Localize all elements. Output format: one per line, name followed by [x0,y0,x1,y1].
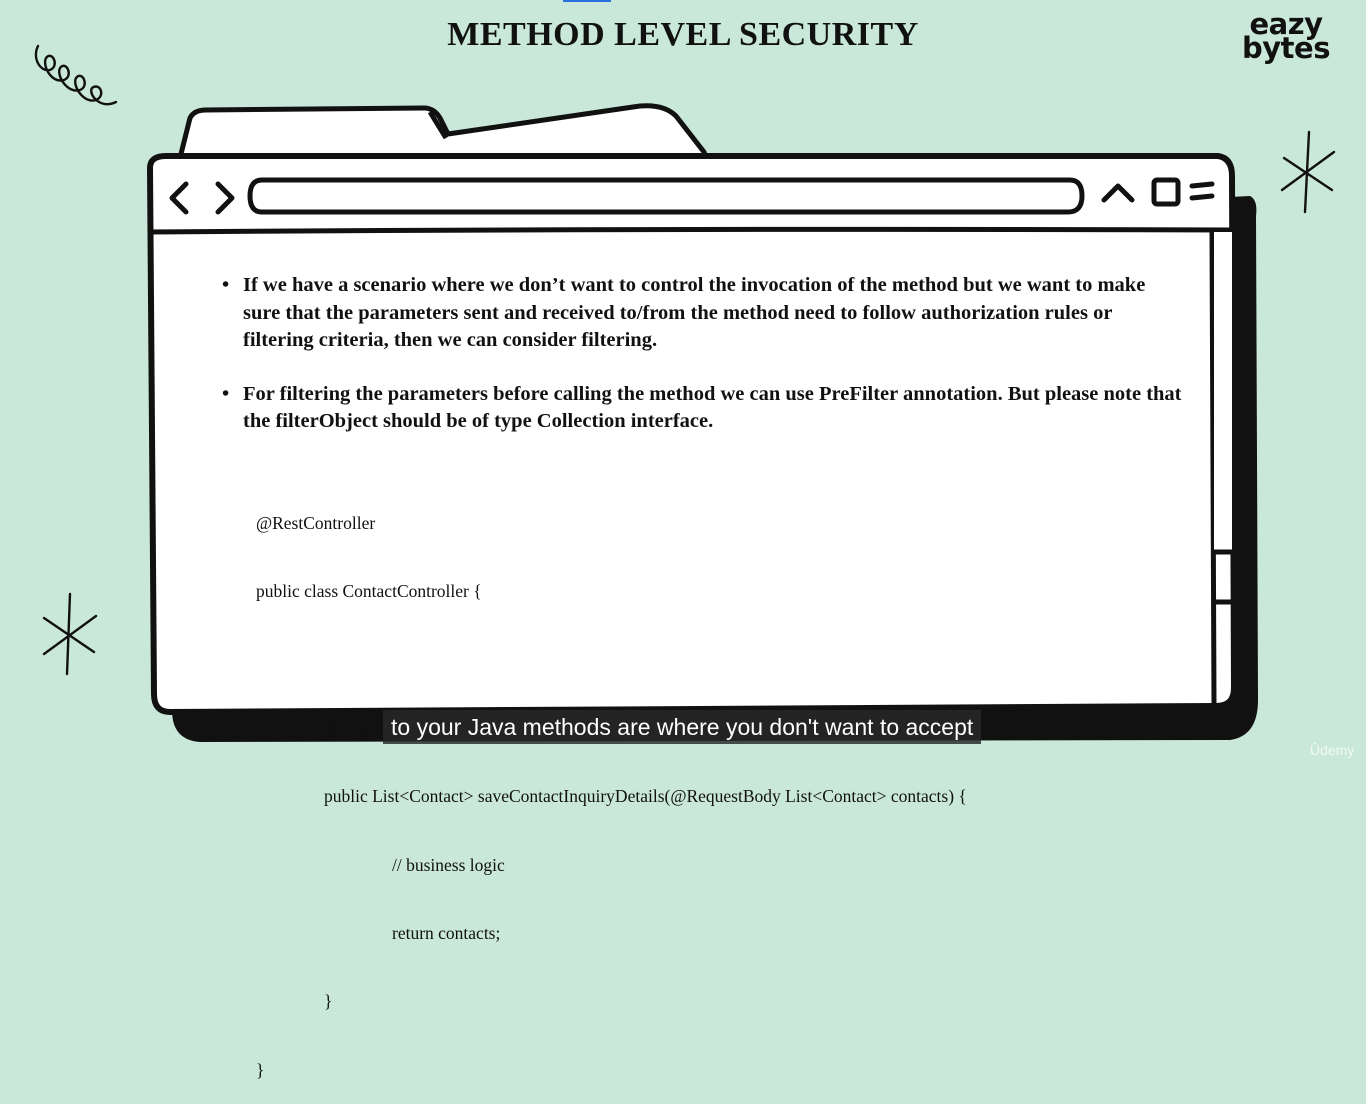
code-snippet: @RestController public class ContactCont… [256,466,967,1104]
bullet-marker: • [222,382,230,405]
bullet-point: • For filtering the parameters before ca… [222,381,1182,436]
bullet-text: For filtering the parameters before call… [243,382,1182,433]
menu-lines-icon[interactable] [1188,180,1216,204]
code-line: } [324,991,333,1012]
code-line: } [256,1059,265,1080]
caret-up-icon[interactable] [1100,180,1136,204]
code-line: public class ContactController { [256,580,482,601]
code-line: public List<Contact> saveContactInquiryD… [324,786,967,807]
bullet-text: If we have a scenario where we don’t wan… [243,274,1146,351]
square-icon[interactable] [1150,176,1182,208]
bullet-marker: • [222,274,230,296]
slide-content: • If we have a scenario where we don’t w… [222,272,1182,462]
code-line: return contacts; [392,922,501,943]
video-subtitle: to your Java methods are where you don't… [383,710,982,744]
code-line: @RestController [256,512,376,533]
udemy-watermark: Ûdemy [1310,742,1355,758]
bullet-point: • If we have a scenario where we don’t w… [222,272,1182,355]
chevron-right-icon[interactable] [210,180,238,216]
code-line: // business logic [392,854,505,875]
chevron-left-icon[interactable] [164,180,192,216]
